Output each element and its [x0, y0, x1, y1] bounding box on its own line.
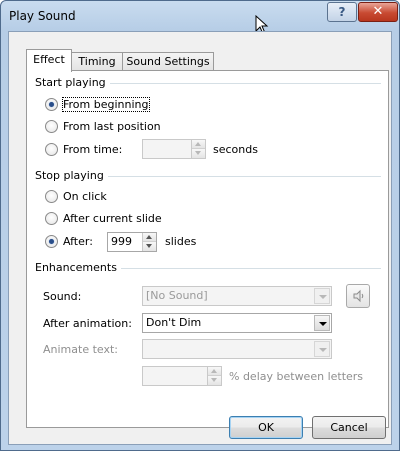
after-slides-value: 999 [111, 235, 132, 248]
after-slides-spinner[interactable] [142, 233, 156, 251]
tab-sound-settings[interactable]: Sound Settings [122, 52, 214, 71]
play-sound-dialog: Play Sound ? ✕ Effect Timing Sound Setti… [0, 0, 400, 451]
window-title: Play Sound [9, 9, 76, 23]
stop-playing-heading: Stop playing [35, 169, 108, 182]
after-current-slide-label[interactable]: After current slide [63, 212, 162, 225]
chevron-down-icon[interactable] [314, 315, 330, 331]
from-time-spin-down[interactable] [192, 149, 205, 158]
help-button[interactable]: ? [327, 2, 357, 22]
after-current-slide-radio[interactable] [45, 212, 58, 225]
tab-timing[interactable]: Timing [71, 52, 123, 71]
from-time-spin-up[interactable] [192, 140, 205, 149]
animate-text-label: Animate text: [43, 343, 119, 356]
after-animation-label: After animation: [43, 317, 132, 330]
letter-delay-spin-up[interactable] [208, 367, 221, 376]
seconds-label: seconds [213, 143, 258, 156]
chevron-down-icon[interactable] [314, 341, 330, 357]
from-time-input[interactable] [142, 139, 206, 159]
start-playing-heading: Start playing [35, 76, 110, 89]
chevron-down-icon[interactable] [314, 288, 330, 304]
sound-label: Sound: [43, 290, 82, 303]
after-slides-label[interactable]: After: [63, 235, 93, 248]
after-animation-value: Don't Dim [146, 316, 202, 329]
on-click-label[interactable]: On click [63, 190, 107, 203]
sound-select[interactable]: [No Sound] [142, 286, 332, 306]
animate-text-select[interactable] [142, 339, 332, 359]
speaker-button[interactable] [346, 284, 370, 308]
on-click-radio[interactable] [45, 190, 58, 203]
dialog-client-area: Effect Timing Sound Settings Start playi… [8, 31, 392, 445]
close-button[interactable]: ✕ [358, 2, 398, 22]
speaker-icon [353, 289, 364, 303]
letter-delay-label: % delay between letters [229, 370, 364, 383]
after-slides-radio[interactable] [45, 235, 58, 248]
from-beginning-radio[interactable] [45, 98, 58, 111]
tab-effect[interactable]: Effect [26, 49, 72, 72]
sound-value: [No Sound] [146, 289, 208, 302]
from-time-label[interactable]: From time: [63, 143, 122, 156]
letter-delay-spin-down[interactable] [208, 376, 221, 385]
ok-button[interactable]: OK [229, 416, 303, 439]
after-slides-spin-up[interactable] [143, 233, 156, 242]
from-last-position-label[interactable]: From last position [63, 120, 161, 133]
enhancements-heading: Enhancements [35, 261, 121, 274]
letter-delay-spinner[interactable] [207, 367, 221, 385]
title-bar[interactable]: Play Sound ? ✕ [1, 1, 399, 35]
after-slides-input[interactable]: 999 [107, 232, 157, 252]
slides-label: slides [165, 235, 197, 248]
after-animation-select[interactable]: Don't Dim [142, 313, 332, 333]
from-time-radio[interactable] [45, 143, 58, 156]
letter-delay-input[interactable] [142, 366, 222, 386]
cancel-button[interactable]: Cancel [312, 416, 386, 439]
effect-tab-panel: Start playing From beginning From last p… [26, 70, 389, 428]
after-slides-spin-down[interactable] [143, 242, 156, 251]
from-time-spinner[interactable] [191, 140, 205, 158]
from-last-position-radio[interactable] [45, 120, 58, 133]
from-beginning-label[interactable]: From beginning [62, 97, 150, 112]
